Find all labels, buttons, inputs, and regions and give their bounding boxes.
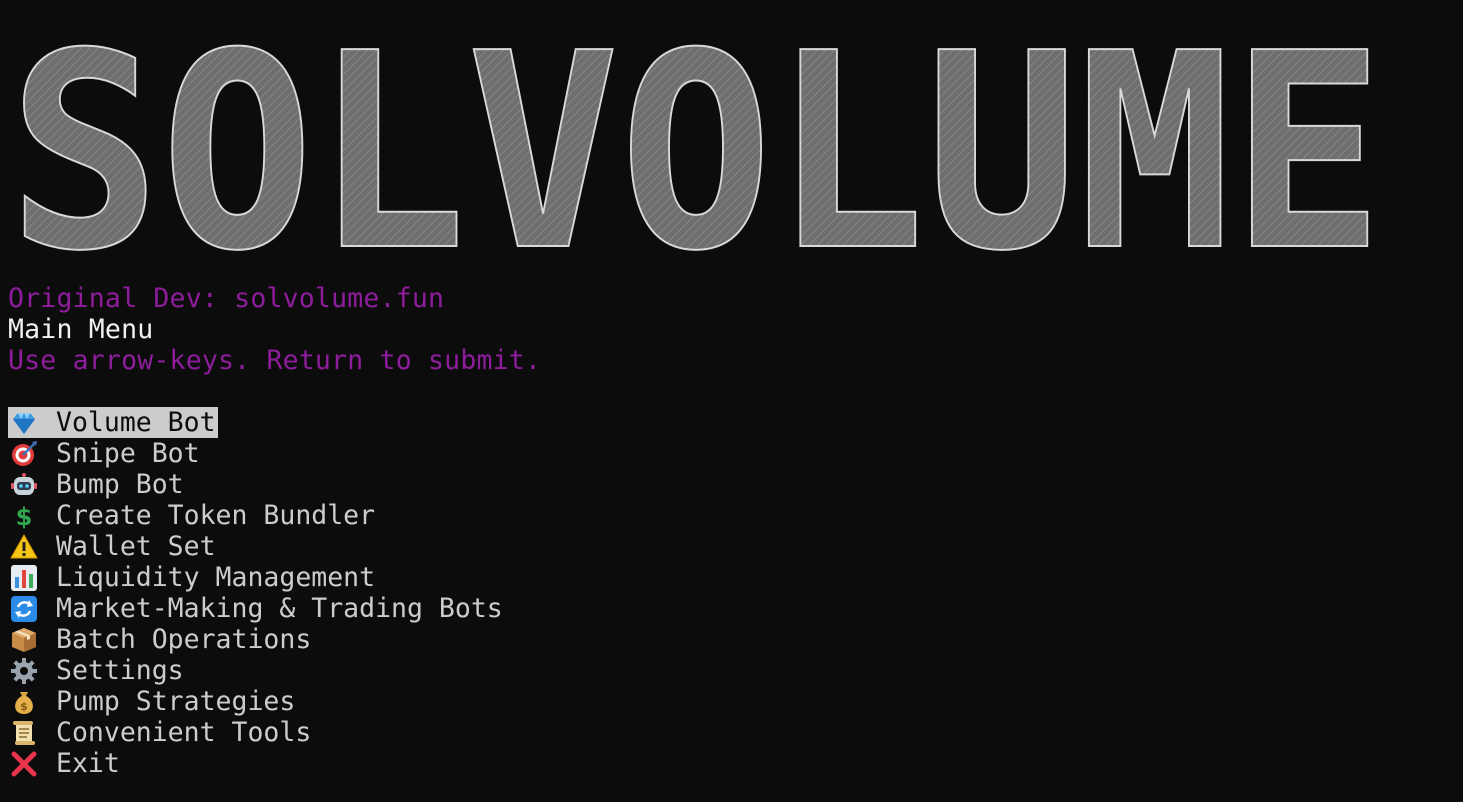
ascii-banner: SOLVOLUME [8, 2, 1386, 254]
money-bag-icon: $ [8, 686, 40, 717]
menu-item-label: Settings [56, 655, 184, 686]
menu-item-settings[interactable]: Settings [8, 655, 503, 686]
svg-text:$: $ [20, 700, 28, 713]
gem-icon [8, 407, 40, 438]
menu-item-label: Bump Bot [56, 469, 184, 500]
menu-item-label: Create Token Bundler [56, 500, 376, 531]
menu-item-bump-bot[interactable]: Bump Bot [8, 469, 503, 500]
svg-text:$: $ [16, 503, 33, 530]
menu-item-batch-operations[interactable]: Batch Operations [8, 624, 503, 655]
menu-item-label: Liquidity Management [56, 562, 376, 593]
menu-item-create-token-bundler[interactable]: $ Create Token Bundler [8, 500, 503, 531]
bar-chart-icon [8, 562, 40, 593]
gear-icon [8, 655, 40, 686]
menu-item-label: Exit [56, 748, 120, 779]
menu-item-volume-bot[interactable]: Volume Bot [8, 407, 218, 438]
menu-item-label: Market-Making & Trading Bots [56, 593, 503, 624]
menu-item-exit[interactable]: Exit [8, 748, 503, 779]
menu-item-label: Wallet Set [56, 531, 216, 562]
target-icon [8, 438, 40, 469]
menu-item-liquidity-management[interactable]: Liquidity Management [8, 562, 503, 593]
menu-item-label: Pump Strategies [56, 686, 296, 717]
dollar-icon: $ [8, 500, 40, 531]
package-icon [8, 624, 40, 655]
original-dev-line: Original Dev: solvolume.fun [8, 283, 445, 314]
robot-icon [8, 469, 40, 500]
menu-item-pump-strategies[interactable]: $ Pump Strategies [8, 686, 503, 717]
menu-item-label: Convenient Tools [56, 717, 312, 748]
menu-help-text: Use arrow-keys. Return to submit. [8, 345, 542, 376]
menu-item-convenient-tools[interactable]: Convenient Tools [8, 717, 503, 748]
menu-item-label: Batch Operations [56, 624, 312, 655]
menu-item-label: Volume Bot [56, 407, 216, 438]
scroll-icon [8, 717, 40, 748]
menu-item-wallet-set[interactable]: Wallet Set [8, 531, 503, 562]
menu-item-market-making-and-trading-bots[interactable]: Market-Making & Trading Bots [8, 593, 503, 624]
refresh-icon [8, 593, 40, 624]
banner-text: SOLVOLUME [8, 2, 1384, 254]
menu-item-label: Snipe Bot [56, 438, 200, 469]
menu-title: Main Menu [8, 314, 154, 345]
cross-mark-icon [8, 748, 40, 779]
menu-item-snipe-bot[interactable]: Snipe Bot [8, 438, 503, 469]
main-menu: Volume Bot Snipe Bot Bump Bot $ Create Token… [8, 407, 503, 779]
warning-icon [8, 531, 40, 562]
